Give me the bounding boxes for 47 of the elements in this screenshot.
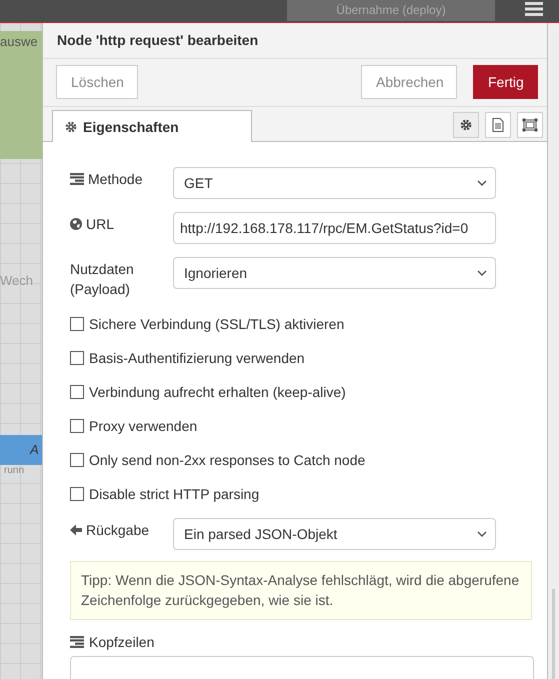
frame-icon: [522, 118, 538, 132]
chevron-down-icon: [477, 180, 487, 186]
checkbox[interactable]: [70, 487, 84, 501]
properties-tab[interactable]: Eigenschaften: [52, 110, 252, 142]
chevron-down-icon: [477, 531, 487, 537]
settings-tab[interactable]: [453, 112, 479, 138]
checkbox[interactable]: [70, 317, 84, 331]
option-label: Sichere Verbindung (SSL/TLS) aktivieren: [89, 316, 344, 332]
scrollbar[interactable]: [552, 589, 555, 679]
option-label: Disable strict HTTP parsing: [89, 486, 260, 502]
list-icon: [70, 636, 84, 648]
node-status: runn: [4, 465, 24, 476]
flow-node[interactable]: A: [0, 435, 42, 465]
checkbox[interactable]: [70, 419, 84, 433]
flow-node[interactable]: auswe: [0, 31, 42, 159]
option-label: Basis-Authentifizierung verwenden: [89, 350, 305, 366]
list-icon: [70, 173, 84, 185]
dropdown[interactable]: Ignorieren: [173, 257, 496, 289]
url-input[interactable]: http://192.168.178.117/rpc/EM.GetStatus?id=0: [173, 212, 496, 244]
option-label: Verbindung aufrecht erhalten (keep-alive): [89, 384, 346, 400]
option-label: Only send non-2xx responses to Catch node: [89, 452, 366, 468]
dropdown[interactable]: GET: [173, 167, 496, 199]
field-label: Nutzdaten (Payload): [70, 260, 135, 299]
globe-icon: [70, 218, 82, 230]
flow-node-label: Wech: [0, 272, 34, 290]
field-label: Methode: [88, 170, 142, 189]
field-label: URL: [86, 215, 114, 234]
delete-button[interactable]: Löschen: [56, 65, 138, 99]
gear-icon: [65, 120, 77, 132]
menu-icon[interactable]: [525, 2, 543, 16]
gear-icon: [460, 119, 472, 131]
left-arrow-icon: [70, 524, 82, 536]
checkbox[interactable]: [70, 385, 84, 399]
checkbox[interactable]: [70, 453, 84, 467]
cancel-button[interactable]: Abbrechen: [361, 65, 457, 99]
checkbox[interactable]: [70, 351, 84, 365]
dropdown[interactable]: Ein parsed JSON-Objekt: [173, 518, 496, 550]
section-label: Kopfzeilen: [89, 634, 154, 650]
chevron-down-icon: [477, 270, 487, 276]
tip-box: Tipp: Wenn die JSON-Syntax-Analyse fehlschlägt, wird die abgerufene Zeichenfolge zurückgegeben, wie sie ist.: [70, 561, 532, 620]
document-tab[interactable]: [485, 112, 511, 138]
dialog-title: Node 'http request' bearbeiten: [43, 23, 547, 59]
frame-tab[interactable]: [517, 112, 543, 138]
done-button[interactable]: Fertig: [473, 65, 538, 99]
document-icon: [492, 118, 504, 132]
option-label: Proxy verwenden: [89, 418, 198, 434]
field-label: Rückgabe: [86, 521, 150, 540]
